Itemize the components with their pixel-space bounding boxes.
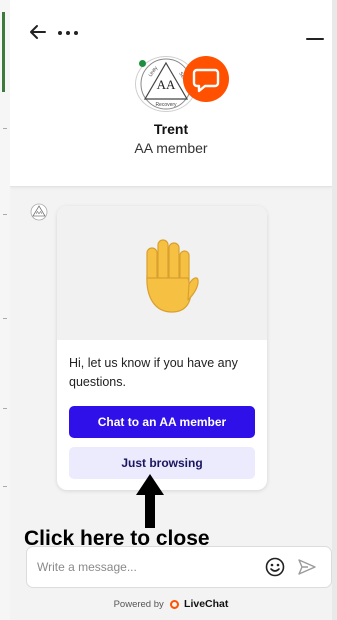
- welcome-message-card: Hi, let us know if you have any question…: [57, 206, 267, 490]
- powered-by-footer[interactable]: Powered by LiveChat: [10, 598, 332, 610]
- powered-by-label: Powered by: [113, 599, 164, 610]
- agent-role: AA member: [134, 140, 208, 156]
- edge-tick: [3, 408, 7, 409]
- background-page-edge: [0, 0, 10, 620]
- livechat-brand: LiveChat: [184, 598, 229, 610]
- widget-edge-shadow: [332, 0, 337, 620]
- more-dots-icon: [58, 31, 78, 35]
- minimize-icon: [306, 38, 324, 40]
- svg-text:AA: AA: [36, 210, 42, 215]
- livechat-logo-icon: [170, 600, 180, 609]
- edge-tick: [3, 128, 7, 129]
- chat-to-member-button[interactable]: Chat to an AA member: [69, 406, 255, 438]
- svg-text:Recovery: Recovery: [155, 102, 177, 108]
- back-button[interactable]: [28, 22, 48, 42]
- chat-header: AA Unity Service Recovery Trent AA membe…: [10, 0, 332, 187]
- send-button[interactable]: [297, 558, 317, 576]
- annotation-label: Click here to close: [24, 527, 210, 550]
- edge-tick: [3, 214, 7, 215]
- card-image: [57, 206, 267, 340]
- background-accent-bar: [2, 12, 5, 92]
- back-arrow-icon: [30, 25, 46, 39]
- livechat-avatar: [183, 56, 229, 102]
- agent-name: Trent: [153, 121, 189, 137]
- send-icon: [298, 559, 316, 575]
- minimize-button[interactable]: [306, 28, 324, 42]
- svg-text:AA: AA: [157, 77, 176, 92]
- emoji-icon: [265, 557, 285, 577]
- message-composer: [26, 546, 332, 588]
- chat-bubble-icon: [192, 68, 220, 93]
- message-input[interactable]: [37, 557, 237, 577]
- edge-tick: [3, 318, 7, 319]
- message-sender-avatar: AA: [30, 203, 48, 221]
- page: AA Unity Service Recovery Trent AA membe…: [0, 0, 337, 620]
- aa-mini-logo-icon: AA: [30, 203, 48, 221]
- raised-hand-icon: [146, 239, 199, 313]
- more-options-button[interactable]: [56, 22, 80, 42]
- edge-tick: [3, 486, 7, 487]
- online-status-dot: [139, 60, 146, 67]
- emoji-button[interactable]: [265, 557, 285, 577]
- welcome-message-text: Hi, let us know if you have any question…: [69, 356, 238, 389]
- annotation-arrow-icon: [136, 474, 164, 528]
